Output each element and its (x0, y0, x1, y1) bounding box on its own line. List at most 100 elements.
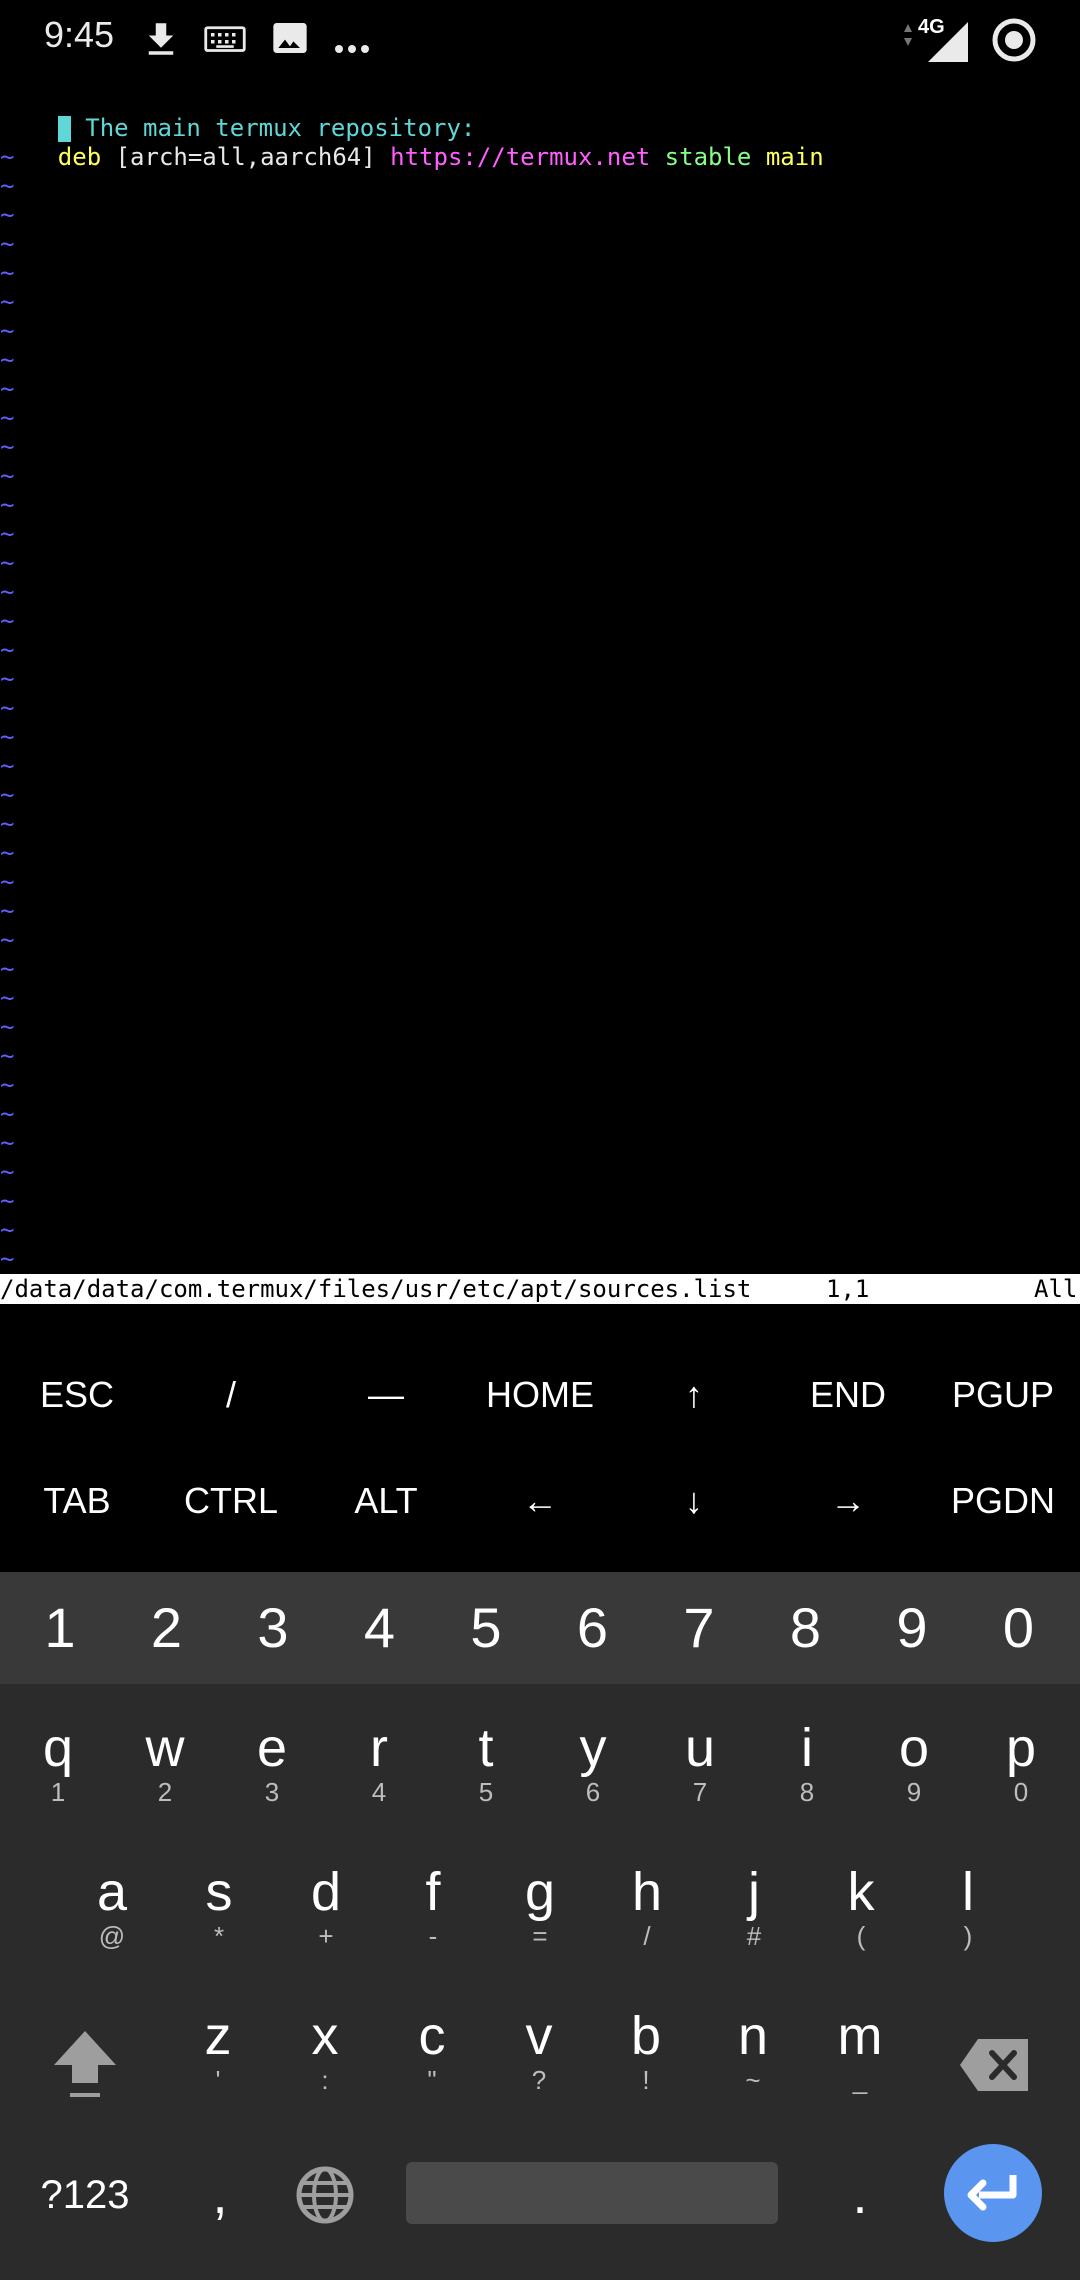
pgup-key[interactable]: PGUP (926, 1342, 1080, 1448)
number-key-0[interactable]: 0 (969, 1572, 1069, 1684)
key-sublabel: 8 (799, 1777, 815, 1807)
key-p[interactable]: p0 (969, 1702, 1073, 1822)
key-label: l (962, 1862, 974, 1922)
key-label: d (310, 1862, 342, 1922)
key-t[interactable]: t5 (434, 1702, 538, 1822)
dash-key[interactable]: — (309, 1342, 463, 1448)
key-w[interactable]: w2 (113, 1702, 217, 1822)
number-key-1[interactable]: 1 (10, 1572, 110, 1684)
cursor-position: 1,1 (826, 1275, 870, 1303)
key-a[interactable]: a @ (60, 1846, 164, 1966)
key-o[interactable]: o9 (862, 1702, 966, 1822)
alt-key[interactable]: ALT (309, 1448, 463, 1554)
comma-key[interactable]: , (170, 2150, 270, 2240)
key-sublabel: - (428, 1921, 438, 1951)
arrow-right-key[interactable]: → (771, 1448, 925, 1554)
terminal-view[interactable]: The main termux repository: deb [arch=al… (0, 82, 1080, 1280)
key-i[interactable]: i8 (755, 1702, 859, 1822)
empty-line-tilde: ~ (0, 1071, 15, 1099)
key-c[interactable]: c " (380, 1990, 484, 2110)
number-key-3[interactable]: 3 (223, 1572, 323, 1684)
slash-key[interactable]: / (154, 1342, 308, 1448)
empty-line-tilde: ~ (0, 1245, 15, 1273)
deb-keyword: deb (57, 143, 102, 171)
key-sublabel: ' (215, 2065, 221, 2095)
key-e[interactable]: e3 (220, 1702, 324, 1822)
key-label: y (579, 1718, 607, 1778)
key-label: q (42, 1718, 74, 1778)
key-sublabel: 2 (157, 1777, 173, 1807)
empty-line-tilde: ~ (0, 955, 15, 983)
empty-line-tilde: ~ (0, 607, 15, 635)
key-label: k (847, 1862, 875, 1922)
key-label: 7 (683, 1596, 715, 1659)
key-label: 2 (150, 1596, 183, 1659)
key-f[interactable]: f- (381, 1846, 485, 1966)
key-j[interactable]: j # (702, 1846, 806, 1966)
key-l[interactable]: l) (916, 1846, 1020, 1966)
home-key[interactable]: HOME (463, 1342, 617, 1448)
key-x[interactable]: x: (273, 1990, 377, 2110)
pgdn-key[interactable]: PGDN (926, 1448, 1080, 1554)
empty-line-tilde: ~ (0, 665, 15, 693)
key-k[interactable]: k( (809, 1846, 913, 1966)
key-b[interactable]: b! (594, 1990, 698, 2110)
key-m[interactable]: m _ (808, 1990, 912, 2110)
key-label: i (801, 1718, 813, 1778)
key-sublabel: 7 (692, 1777, 708, 1807)
empty-line-tilde: ~ (0, 462, 15, 490)
key-s[interactable]: s * (167, 1846, 271, 1966)
empty-line-tilde: ~ (0, 839, 15, 867)
key-v[interactable]: v? (487, 1990, 591, 2110)
key-sublabel: 5 (478, 1777, 494, 1807)
key-d[interactable]: d + (274, 1846, 378, 1966)
key-g[interactable]: g = (488, 1846, 592, 1966)
tab-key[interactable]: TAB (0, 1448, 154, 1554)
backspace-key[interactable] (950, 2010, 1040, 2120)
language-key[interactable] (280, 2150, 370, 2240)
arrow-up-key[interactable]: ↑ (617, 1342, 771, 1448)
key-z[interactable]: z ' (166, 1990, 270, 2110)
symbols-key[interactable]: ?123 (20, 2150, 150, 2240)
key-label: r (370, 1718, 388, 1778)
empty-line-tilde: ~ (0, 172, 15, 200)
keyboard-icon (204, 26, 246, 52)
number-key-5[interactable]: 5 (436, 1572, 536, 1684)
key-label: 4 (363, 1596, 396, 1659)
key-u[interactable]: u7 (648, 1702, 752, 1822)
empty-line-tilde: ~ (0, 433, 15, 461)
key-sublabel: 0 (1013, 1777, 1029, 1807)
key-sublabel: 6 (585, 1777, 601, 1807)
space-key[interactable] (406, 2162, 778, 2224)
empty-line-tilde: ~ (0, 636, 15, 664)
key-sublabel: 3 (264, 1777, 280, 1807)
empty-line-tilde: ~ (0, 1042, 15, 1070)
number-key-4[interactable]: 4 (330, 1572, 430, 1684)
period-key[interactable]: . (810, 2150, 910, 2240)
image-icon (273, 23, 307, 53)
enter-key[interactable] (944, 2144, 1042, 2242)
number-key-7[interactable]: 7 (649, 1572, 749, 1684)
arrow-left-key[interactable]: ← (463, 1448, 617, 1554)
arrow-down-key[interactable]: ↓ (617, 1448, 771, 1554)
key-sublabel: 9 (906, 1777, 922, 1807)
shift-key[interactable] (40, 2010, 130, 2120)
end-key[interactable]: END (771, 1342, 925, 1448)
empty-line-tilde: ~ (0, 1100, 15, 1128)
extra-keys-bar: ESC / — HOME ↑ END PGUP TAB CTRL ALT ← ↓… (0, 1304, 1080, 1572)
key-n[interactable]: n ~ (701, 1990, 805, 2110)
key-label: 5 (470, 1596, 502, 1659)
esc-key[interactable]: ESC (0, 1342, 154, 1448)
empty-line-tilde: ~ (0, 346, 15, 374)
number-key-9[interactable]: 9 (862, 1572, 962, 1684)
ctrl-key[interactable]: CTRL (154, 1448, 308, 1554)
number-key-6[interactable]: 6 (543, 1572, 643, 1684)
key-y[interactable]: y6 (541, 1702, 645, 1822)
key-h[interactable]: h / (595, 1846, 699, 1966)
empty-line-tilde: ~ (0, 375, 15, 403)
number-key-2[interactable]: 2 (117, 1572, 217, 1684)
number-key-8[interactable]: 8 (756, 1572, 856, 1684)
key-q[interactable]: q1 (6, 1702, 110, 1822)
key-label: 1 (44, 1596, 76, 1659)
key-r[interactable]: r4 (327, 1702, 431, 1822)
